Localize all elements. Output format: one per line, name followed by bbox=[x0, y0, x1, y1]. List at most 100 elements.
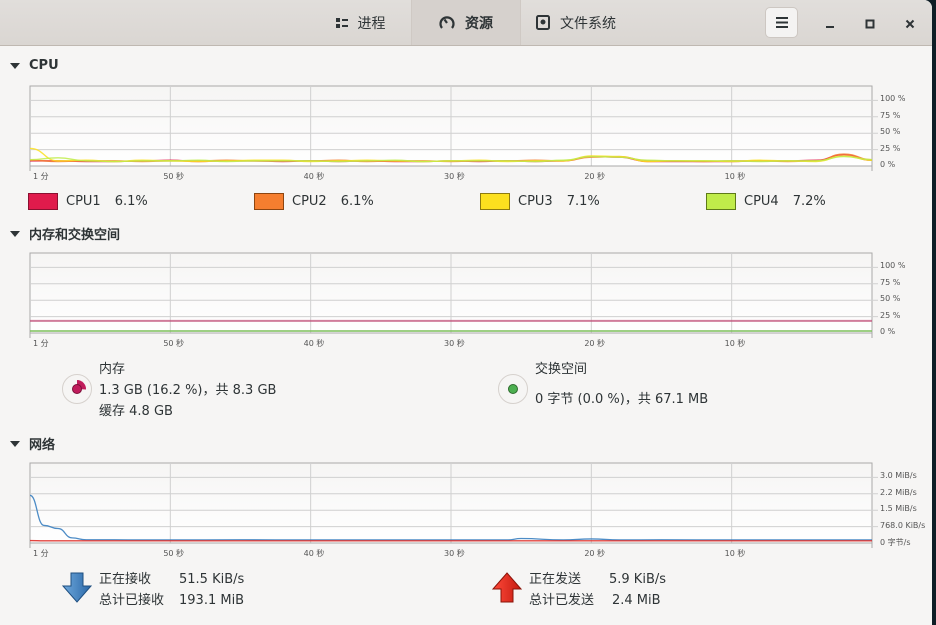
cpu3-legend: CPU3 7.1% bbox=[480, 193, 600, 210]
total-received-label: 总计已接收 bbox=[99, 593, 165, 608]
network-send-info: 正在发送 5.9 KiB/s 总计已发送 2.4 MiB bbox=[529, 569, 666, 611]
x-tick-label: 30 秒 bbox=[444, 549, 465, 558]
cpu-history-chart: 100 % 75 % 50 % 25 % 0 % 1 分 50 秒 40 秒 30 秒 20 秒 1… bbox=[29, 85, 905, 181]
expand-triangle-icon bbox=[10, 62, 20, 69]
cpu1-legend: CPU1 6.1% bbox=[28, 193, 148, 210]
memory-cache-value: 缓存 4.8 GB bbox=[99, 404, 173, 419]
x-tick-label: 50 秒 bbox=[163, 172, 185, 181]
memory-label: 内存 bbox=[99, 362, 126, 377]
tab-resources-label: 资源 bbox=[465, 15, 493, 32]
x-tick-label: 40 秒 bbox=[303, 549, 325, 558]
upload-arrow-icon bbox=[491, 572, 523, 608]
expand-triangle-icon bbox=[10, 230, 20, 237]
x-tick-label: 20 秒 bbox=[584, 172, 606, 181]
swap-usage-pie-icon bbox=[508, 384, 518, 394]
memory-section-title: 内存和交换空间 bbox=[29, 228, 121, 243]
cpu2-value: 6.1% bbox=[340, 194, 374, 209]
x-tick-label: 1 分 bbox=[33, 339, 49, 348]
cpu1-label: CPU1 bbox=[66, 194, 101, 209]
memory-pie-chart[interactable] bbox=[62, 374, 92, 404]
tab-processes-label: 进程 bbox=[357, 15, 386, 32]
memory-section-toggle[interactable]: 内存和交换空间 bbox=[10, 224, 120, 243]
memory-info: 内存 1.3 GB (16.2 %)，共 8.3 GB 缓存 4.8 GB bbox=[99, 359, 276, 422]
swap-pie-chart[interactable] bbox=[498, 374, 528, 404]
menu-button[interactable] bbox=[765, 7, 798, 38]
memory-usage-value: 1.3 GB (16.2 %)，共 8.3 GB bbox=[99, 383, 277, 398]
y-tick-label: 75 % bbox=[880, 277, 901, 287]
cpu2-legend: CPU2 6.1% bbox=[254, 193, 374, 210]
list-icon bbox=[335, 17, 348, 28]
x-tick-label: 1 分 bbox=[33, 549, 49, 558]
cpu1-value: 6.1% bbox=[114, 194, 148, 209]
x-tick-label: 30 秒 bbox=[444, 339, 465, 348]
network-receive-info: 正在接收 51.5 KiB/s 总计已接收 193.1 MiB bbox=[99, 569, 244, 611]
minimize-icon bbox=[825, 14, 835, 33]
swap-usage-value: 0 字节 (0.0 %)，共 67.1 MB bbox=[535, 392, 709, 407]
y-tick-label: 50 % bbox=[880, 127, 901, 137]
memory-history-chart: 100 % 75 % 50 % 25 % 0 % 1 分 50 秒 40 秒 30 秒 20 秒 1… bbox=[29, 252, 905, 348]
x-tick-label: 10 秒 bbox=[724, 339, 746, 348]
hamburger-menu-icon bbox=[775, 13, 788, 32]
x-tick-label: 20 秒 bbox=[584, 549, 606, 558]
cpu2-label: CPU2 bbox=[292, 194, 327, 209]
cpu3-label: CPU3 bbox=[518, 194, 553, 209]
y-tick-label: 3.0 MiB/s bbox=[880, 471, 917, 481]
swap-info: 交换空间 0 字节 (0.0 %)，共 67.1 MB bbox=[535, 359, 708, 410]
tab-processes[interactable]: 进程 bbox=[310, 0, 411, 45]
download-arrow-icon bbox=[61, 572, 93, 608]
chart-canvas bbox=[29, 252, 878, 338]
cpu-section-title: CPU bbox=[29, 58, 59, 73]
close-button[interactable] bbox=[899, 12, 921, 34]
cpu-section-toggle[interactable]: CPU bbox=[10, 58, 59, 73]
cpu4-color-swatch[interactable] bbox=[706, 193, 736, 210]
y-tick-label: 25 % bbox=[880, 310, 901, 320]
disk-icon bbox=[536, 15, 550, 30]
receiving-value: 51.5 KiB/s bbox=[179, 572, 245, 587]
y-tick-label: 50 % bbox=[880, 294, 901, 304]
chart-canvas bbox=[29, 85, 878, 171]
memory-usage-pie-icon bbox=[72, 380, 86, 394]
y-tick-label: 75 % bbox=[880, 110, 901, 120]
swap-label: 交换空间 bbox=[535, 362, 588, 377]
expand-triangle-icon bbox=[10, 440, 20, 447]
tab-resources[interactable]: 资源 bbox=[411, 0, 521, 45]
x-tick-label: 30 秒 bbox=[444, 172, 465, 181]
x-tick-label: 40 秒 bbox=[303, 172, 325, 181]
receiving-label: 正在接收 bbox=[99, 572, 152, 587]
sending-label: 正在发送 bbox=[529, 572, 582, 587]
y-tick-label: 768.0 KiB/s bbox=[880, 520, 926, 530]
cpu1-color-swatch[interactable] bbox=[28, 193, 58, 210]
y-tick-label: 100 % bbox=[880, 261, 906, 271]
system-monitor-window: 进程 资源 文件系统 CPU 100 % 75 % 50 % 25 % 0 % … bbox=[0, 0, 932, 625]
header-bar: 进程 资源 文件系统 bbox=[0, 0, 932, 46]
maximize-button[interactable] bbox=[859, 12, 881, 34]
x-tick-label: 20 秒 bbox=[584, 339, 606, 348]
x-tick-label: 40 秒 bbox=[303, 339, 325, 348]
network-section-toggle[interactable]: 网络 bbox=[10, 434, 55, 453]
y-tick-label: 0 % bbox=[880, 327, 896, 336]
tab-filesystems-label: 文件系统 bbox=[560, 15, 616, 32]
close-icon bbox=[905, 14, 915, 33]
network-history-chart: 3.0 MiB/s 2.2 MiB/s 1.5 MiB/s 768.0 KiB/s 0 … bbox=[29, 462, 925, 558]
x-tick-label: 10 秒 bbox=[724, 549, 746, 558]
cpu2-color-swatch[interactable] bbox=[254, 193, 284, 210]
cpu4-label: CPU4 bbox=[744, 194, 779, 209]
network-section-title: 网络 bbox=[29, 438, 56, 453]
y-tick-label: 0 字节/s bbox=[880, 538, 911, 547]
cpu4-value: 7.2% bbox=[792, 194, 826, 209]
minimize-button[interactable] bbox=[819, 12, 841, 34]
x-tick-label: 1 分 bbox=[33, 172, 49, 181]
x-tick-label: 50 秒 bbox=[163, 339, 185, 348]
chart-canvas bbox=[29, 462, 878, 548]
cpu3-value: 7.1% bbox=[566, 194, 600, 209]
sending-value: 5.9 KiB/s bbox=[609, 572, 667, 587]
y-tick-label: 0 % bbox=[880, 160, 896, 169]
memory-pie-center bbox=[72, 384, 82, 394]
y-tick-label: 1.5 MiB/s bbox=[880, 504, 917, 514]
y-tick-label: 2.2 MiB/s bbox=[880, 487, 917, 497]
tab-filesystems[interactable]: 文件系统 bbox=[521, 0, 631, 45]
total-sent-label: 总计已发送 bbox=[529, 593, 595, 608]
total-received-value: 193.1 MiB bbox=[179, 593, 245, 608]
y-tick-label: 25 % bbox=[880, 143, 901, 153]
cpu3-color-swatch[interactable] bbox=[480, 193, 510, 210]
